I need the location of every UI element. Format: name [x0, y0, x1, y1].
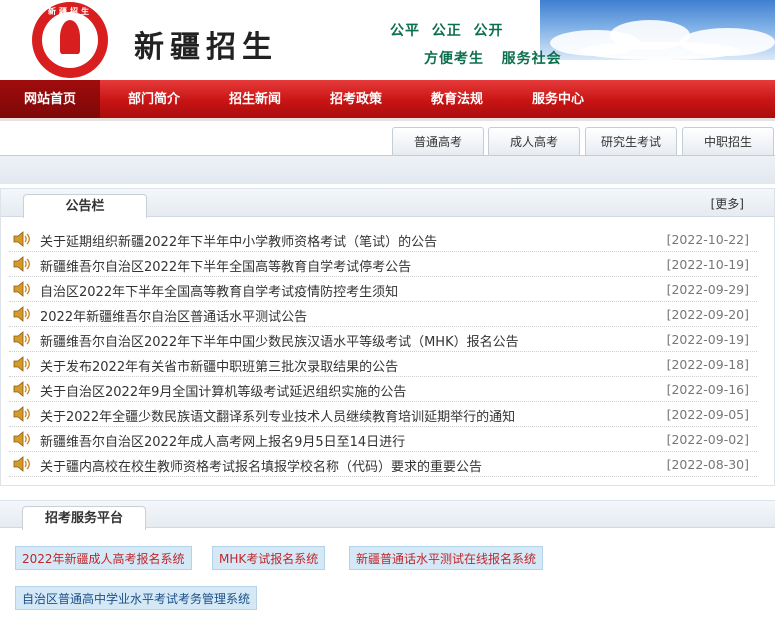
notice-item[interactable]: 自治区2022年下半年全国高等教育自学考试疫情防控考生须知 [2022-09-29…: [9, 277, 757, 302]
nav-item-home[interactable]: 网站首页: [0, 80, 100, 118]
adult-exam-registration-button[interactable]: 2022年新疆成人高考报名系统: [15, 546, 192, 570]
logo-text: 新疆招生: [48, 7, 92, 16]
page: 新疆招生 新疆招生 公平 公正 公开 方便考生 服务社会 网站首页 部门简介 招…: [0, 0, 775, 634]
speaker-icon: [13, 356, 31, 372]
notice-header: 公告栏 [更多]: [1, 189, 774, 218]
notice-item[interactable]: 关于发布2022年有关省市新疆中职班第三批次录取结果的公告 [2022-09-18…: [9, 352, 757, 377]
main-nav: 网站首页 部门简介 招生新闻 招考政策 教育法规 服务中心: [0, 80, 775, 118]
notice-item[interactable]: 关于自治区2022年9月全国计算机等级考试延迟组织实施的公告 [2022-09-1…: [9, 377, 757, 402]
nav-item-policy[interactable]: 招考政策: [306, 80, 406, 118]
notice-title[interactable]: 新疆维吾尔自治区2022年成人高考网上报名9月5日至14日进行: [40, 431, 405, 450]
notice-item[interactable]: 新疆维吾尔自治区2022年成人高考网上报名9月5日至14日进行 [2022-09-…: [9, 427, 757, 452]
notice-date: [2022-09-18]: [666, 357, 749, 372]
nav-item-about[interactable]: 部门简介: [104, 80, 204, 118]
putonghua-test-registration-button[interactable]: 新疆普通话水平测试在线报名系统: [349, 546, 544, 570]
notice-panel: 公告栏 [更多] 关于延期组织新疆2022年下半年中小学教师资格考试（笔试）的公…: [0, 188, 775, 486]
speaker-icon: [13, 256, 31, 272]
slogan-line-2: 方便考生 服务社会: [424, 51, 562, 67]
notice-item[interactable]: 新疆维吾尔自治区2022年下半年全国高等教育自学考试停考公告 [2022-10-1…: [9, 252, 757, 277]
speaker-icon: [13, 381, 31, 397]
notice-date: [2022-09-05]: [666, 407, 749, 422]
notice-item[interactable]: 关于延期组织新疆2022年下半年中小学教师资格考试（笔试）的公告 [2022-10…: [9, 227, 757, 252]
tab-vocational[interactable]: 中职招生: [682, 127, 774, 156]
notice-date: [2022-09-20]: [666, 307, 749, 322]
notice-title[interactable]: 关于延期组织新疆2022年下半年中小学教师资格考试（笔试）的公告: [40, 231, 437, 250]
notice-title[interactable]: 关于发布2022年有关省市新疆中职班第三批次录取结果的公告: [40, 356, 398, 375]
notice-title[interactable]: 新疆维吾尔自治区2022年下半年中国少数民族汉语水平等级考试（MHK）报名公告: [40, 331, 519, 350]
notice-date: [2022-09-19]: [666, 332, 749, 347]
speaker-icon: [13, 406, 31, 422]
notice-tab[interactable]: 公告栏: [23, 194, 147, 218]
nav-item-service[interactable]: 服务中心: [508, 80, 608, 118]
tab-content-bar: [0, 156, 775, 184]
notice-title[interactable]: 2022年新疆维吾尔自治区普通话水平测试公告: [40, 306, 307, 325]
notice-date: [2022-08-30]: [666, 457, 749, 472]
speaker-icon: [13, 306, 31, 322]
notice-date: [2022-10-19]: [666, 257, 749, 272]
nav-divider: [0, 118, 775, 121]
notice-title[interactable]: 关于自治区2022年9月全国计算机等级考试延迟组织实施的公告: [40, 381, 406, 400]
service-panel: 招考服务平台 2022年新疆成人高考报名系统 MHK考试报名系统 新疆普通话水平…: [0, 500, 775, 634]
service-tab[interactable]: 招考服务平台: [22, 506, 146, 530]
notice-list: 关于延期组织新疆2022年下半年中小学教师资格考试（笔试）的公告 [2022-10…: [9, 227, 757, 477]
speaker-icon: [13, 231, 31, 247]
notice-item[interactable]: 新疆维吾尔自治区2022年下半年中国少数民族汉语水平等级考试（MHK）报名公告 […: [9, 327, 757, 352]
notice-title[interactable]: 关于2022年全疆少数民族语文翻译系列专业技术人员继续教育培训延期举行的通知: [40, 406, 515, 425]
site-title: 新疆招生: [134, 30, 278, 65]
exam-tabs: 普通高考 成人高考 研究生考试 中职招生: [0, 124, 775, 156]
notice-date: [2022-09-02]: [666, 432, 749, 447]
academic-test-management-button[interactable]: 自治区普通高中学业水平考试考务管理系统: [15, 586, 258, 610]
site-header: 新疆招生 新疆招生 公平 公正 公开 方便考生 服务社会: [0, 0, 775, 78]
notice-title[interactable]: 自治区2022年下半年全国高等教育自学考试疫情防控考生须知: [40, 281, 398, 300]
speaker-icon: [13, 431, 31, 447]
nav-item-laws[interactable]: 教育法规: [407, 80, 507, 118]
site-logo[interactable]: 新疆招生: [32, 2, 108, 78]
notice-item[interactable]: 2022年新疆维吾尔自治区普通话水平测试公告 [2022-09-20]: [9, 302, 757, 327]
service-header: 招考服务平台: [0, 500, 775, 530]
speaker-icon: [13, 281, 31, 297]
notice-date: [2022-09-16]: [666, 382, 749, 397]
tab-gaokao[interactable]: 普通高考: [392, 127, 484, 156]
notice-item[interactable]: 关于2022年全疆少数民族语文翻译系列专业技术人员继续教育培训延期举行的通知 [2…: [9, 402, 757, 427]
notice-item[interactable]: 关于疆内高校在校生教师资格考试报名填报学校名称（代码）要求的重要公告 [2022-…: [9, 452, 757, 477]
tab-adult-exam[interactable]: 成人高考: [488, 127, 580, 156]
slogan-line-1: 公平 公正 公开: [390, 23, 504, 39]
more-link[interactable]: [更多]: [711, 195, 744, 212]
notice-date: [2022-10-22]: [666, 232, 749, 247]
tab-graduate-exam[interactable]: 研究生考试: [585, 127, 677, 156]
speaker-icon: [13, 456, 31, 472]
nav-item-news[interactable]: 招生新闻: [205, 80, 305, 118]
notice-title[interactable]: 关于疆内高校在校生教师资格考试报名填报学校名称（代码）要求的重要公告: [40, 456, 482, 475]
notice-date: [2022-09-29]: [666, 282, 749, 297]
mhk-registration-button[interactable]: MHK考试报名系统: [212, 546, 326, 570]
notice-title[interactable]: 新疆维吾尔自治区2022年下半年全国高等教育自学考试停考公告: [40, 256, 411, 275]
torch-icon: [60, 20, 80, 54]
sky-banner: [540, 0, 775, 60]
speaker-icon: [13, 331, 31, 347]
